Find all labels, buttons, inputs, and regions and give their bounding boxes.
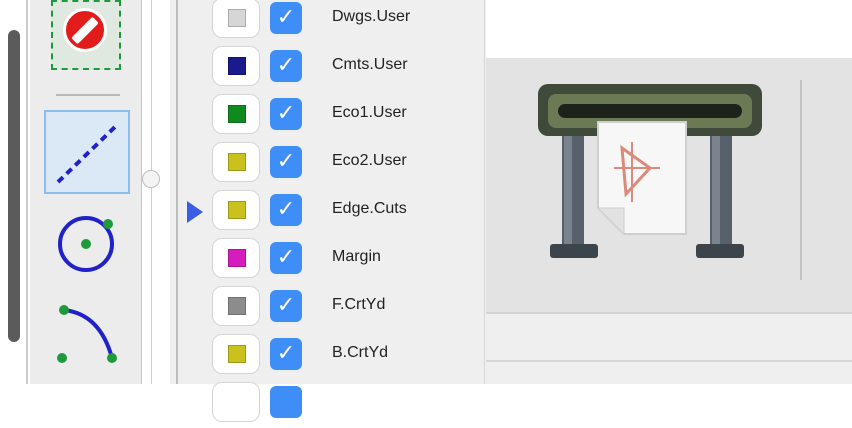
- left-divider: [26, 0, 28, 384]
- panel-splitter-line: [151, 0, 152, 384]
- toolbar-bottom-bar: [486, 312, 852, 384]
- layer-name: B.CrtYd: [332, 344, 389, 361]
- layer-color-button[interactable]: [212, 94, 260, 134]
- layers-panel: ✓ Dwgs.User ✓ Cmts.User ✓ Eco1.User ✓ Ec…: [170, 0, 486, 422]
- layer-color-button[interactable]: [212, 238, 260, 278]
- layer-row[interactable]: ✓ Margin: [170, 236, 486, 284]
- layer-color-button[interactable]: [212, 0, 260, 38]
- layer-color-button[interactable]: [212, 142, 260, 182]
- layer-visibility-checkbox[interactable]: ✓: [270, 194, 302, 226]
- layer-visibility-checkbox[interactable]: ✓: [270, 338, 302, 370]
- layer-name: Margin: [332, 248, 381, 265]
- tool-separator: [56, 94, 120, 96]
- layer-color-swatch: [228, 201, 246, 219]
- active-layer-arrow-icon: [187, 201, 203, 223]
- layer-visibility-checkbox[interactable]: ✓: [270, 146, 302, 178]
- layer-color-button[interactable]: [212, 334, 260, 374]
- layer-name: Cmts.User: [332, 56, 408, 73]
- layer-name: Eco2.User: [332, 152, 407, 169]
- toolbar-separator: [800, 80, 802, 280]
- toolbar-bottom-line: [486, 360, 852, 362]
- layer-row[interactable]: ✓ Eco1.User: [170, 92, 486, 140]
- layer-visibility-checkbox[interactable]: ✓: [270, 98, 302, 130]
- layer-visibility-checkbox[interactable]: [270, 386, 302, 418]
- layer-color-swatch: [228, 249, 246, 267]
- layer-color-button[interactable]: [212, 46, 260, 86]
- arc-tool-icon[interactable]: [48, 292, 128, 372]
- layer-row[interactable]: ✓ F.CrtYd: [170, 284, 486, 332]
- line-icon: [56, 122, 120, 184]
- layer-name: Eco1.User: [332, 104, 407, 121]
- circle-tool-icon[interactable]: [48, 208, 128, 278]
- layer-color-swatch: [228, 297, 246, 315]
- plotter-icon[interactable]: [532, 76, 772, 276]
- layer-row[interactable]: ✓ Dwgs.User: [170, 0, 486, 44]
- panel-splitter-handle[interactable]: [142, 170, 160, 188]
- layer-color-swatch: [228, 153, 246, 171]
- layer-row-partial[interactable]: [170, 380, 486, 428]
- layer-name: Edge.Cuts: [332, 200, 407, 217]
- layer-color-swatch: [228, 57, 246, 75]
- layer-visibility-checkbox[interactable]: ✓: [270, 290, 302, 322]
- layer-color-button[interactable]: [212, 382, 260, 422]
- canvas-area: [486, 0, 852, 58]
- layers-panel-left-border: [176, 0, 178, 384]
- toolbar-divider: [141, 0, 142, 384]
- line-tool-button[interactable]: [44, 110, 130, 194]
- layer-color-swatch: [228, 9, 246, 27]
- layer-color-swatch: [228, 345, 246, 363]
- layer-row[interactable]: ✓ Eco2.User: [170, 140, 486, 188]
- layer-row[interactable]: ✓ B.CrtYd: [170, 332, 486, 380]
- layer-color-swatch: [228, 105, 246, 123]
- layer-color-button[interactable]: [212, 286, 260, 326]
- layer-visibility-checkbox[interactable]: ✓: [270, 50, 302, 82]
- layer-name: Dwgs.User: [332, 8, 411, 25]
- layer-row-active[interactable]: ✓ Edge.Cuts: [170, 188, 486, 236]
- layer-name: F.CrtYd: [332, 296, 386, 313]
- left-scrollbar[interactable]: [8, 30, 20, 342]
- layer-color-button[interactable]: [212, 190, 260, 230]
- layer-visibility-checkbox[interactable]: ✓: [270, 242, 302, 274]
- layer-row[interactable]: ✓ Cmts.User: [170, 44, 486, 92]
- layers-panel-right-border: [484, 0, 485, 384]
- layer-visibility-checkbox[interactable]: ✓: [270, 2, 302, 34]
